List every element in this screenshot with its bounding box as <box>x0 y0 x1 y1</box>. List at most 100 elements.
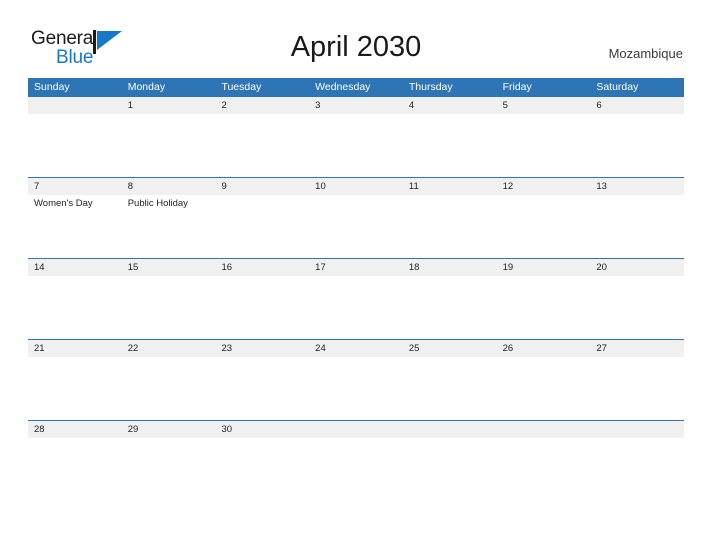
day-number[interactable] <box>497 421 591 438</box>
day-cell[interactable] <box>215 276 309 338</box>
day-cell[interactable] <box>497 276 591 338</box>
day-number[interactable]: 21 <box>28 340 122 357</box>
day-cell[interactable] <box>122 114 216 176</box>
day-cell[interactable] <box>309 195 403 257</box>
weekday-header-row: Sunday Monday Tuesday Wednesday Thursday… <box>28 78 684 96</box>
day-number[interactable]: 19 <box>497 259 591 276</box>
day-number[interactable]: 17 <box>309 259 403 276</box>
day-cell[interactable] <box>215 438 309 500</box>
week-event-band <box>28 114 684 176</box>
day-number[interactable] <box>590 421 684 438</box>
day-cell[interactable] <box>122 276 216 338</box>
week-date-band: 28 29 30 <box>28 421 684 438</box>
day-cell[interactable] <box>403 195 497 257</box>
weekday-tuesday: Tuesday <box>221 81 262 93</box>
day-number[interactable]: 13 <box>590 178 684 195</box>
day-number[interactable] <box>309 421 403 438</box>
week-date-band: 14 15 16 17 18 19 20 <box>28 259 684 276</box>
day-number[interactable]: 9 <box>215 178 309 195</box>
weekday-saturday: Saturday <box>596 81 639 93</box>
day-cell[interactable] <box>309 276 403 338</box>
day-cell[interactable] <box>590 438 684 500</box>
calendar-week-row: 28 29 30 <box>28 420 684 501</box>
day-cell[interactable] <box>122 438 216 500</box>
day-cell[interactable] <box>497 357 591 419</box>
day-number[interactable]: 24 <box>309 340 403 357</box>
weekday-thursday: Thursday <box>408 81 453 93</box>
week-event-band <box>28 276 684 338</box>
day-number[interactable]: 10 <box>309 178 403 195</box>
day-number[interactable]: 30 <box>215 421 309 438</box>
week-event-band: Women's Day Public Holiday <box>28 195 684 257</box>
weekday-friday: Friday <box>502 81 532 93</box>
day-number[interactable]: 29 <box>122 421 216 438</box>
day-cell[interactable] <box>28 438 122 500</box>
weekday-sunday: Sunday <box>34 81 70 93</box>
day-cell[interactable] <box>403 276 497 338</box>
calendar-week-row: 14 15 16 17 18 19 20 <box>28 258 684 339</box>
day-cell[interactable] <box>28 357 122 419</box>
holiday-label: Women's Day <box>34 198 93 209</box>
day-cell[interactable] <box>215 357 309 419</box>
day-number[interactable]: 12 <box>497 178 591 195</box>
day-cell[interactable] <box>497 114 591 176</box>
week-date-band: 21 22 23 24 25 26 27 <box>28 340 684 357</box>
day-cell[interactable] <box>403 114 497 176</box>
day-cell[interactable] <box>309 114 403 176</box>
day-cell[interactable] <box>215 195 309 257</box>
day-cell[interactable] <box>590 357 684 419</box>
day-cell[interactable] <box>309 357 403 419</box>
calendar-week-row: 1 2 3 4 5 6 <box>28 96 684 177</box>
week-event-band <box>28 438 684 500</box>
day-cell[interactable] <box>122 357 216 419</box>
day-cell[interactable] <box>403 357 497 419</box>
holiday-label: Public Holiday <box>127 198 188 209</box>
day-cell[interactable] <box>590 114 684 176</box>
day-number[interactable]: 4 <box>403 97 497 114</box>
day-number[interactable]: 16 <box>215 259 309 276</box>
day-cell[interactable] <box>28 276 122 338</box>
day-number[interactable]: 1 <box>122 97 216 114</box>
day-number[interactable]: 7 <box>28 178 122 195</box>
day-number[interactable]: 27 <box>590 340 684 357</box>
day-number[interactable]: 5 <box>497 97 591 114</box>
week-date-band: 1 2 3 4 5 6 <box>28 97 684 114</box>
calendar-week-row: 7 8 9 10 11 12 13 Women's Day Public Hol… <box>28 177 684 258</box>
day-cell[interactable] <box>28 114 122 176</box>
day-cell[interactable] <box>215 114 309 176</box>
day-cell[interactable] <box>590 195 684 257</box>
page-title: April 2030 <box>290 31 422 63</box>
day-number[interactable]: 8 <box>122 178 216 195</box>
day-number[interactable]: 6 <box>590 97 684 114</box>
weekday-wednesday: Wednesday <box>315 81 371 93</box>
country-label: Mozambique <box>608 46 683 61</box>
day-number[interactable]: 3 <box>309 97 403 114</box>
weekday-monday: Monday <box>127 81 166 93</box>
day-number[interactable]: 2 <box>215 97 309 114</box>
day-number[interactable]: 23 <box>215 340 309 357</box>
day-number[interactable]: 11 <box>403 178 497 195</box>
week-event-band <box>28 357 684 419</box>
day-number[interactable]: 26 <box>497 340 591 357</box>
day-cell[interactable] <box>590 276 684 338</box>
day-cell[interactable]: Public Holiday <box>122 195 216 257</box>
day-number[interactable] <box>28 97 122 114</box>
day-number[interactable]: 22 <box>122 340 216 357</box>
calendar-week-row: 21 22 23 24 25 26 27 <box>28 339 684 420</box>
page-header: General Blue April 2030 Mozambique <box>0 0 712 78</box>
day-cell[interactable] <box>497 438 591 500</box>
calendar-page: General Blue April 2030 Mozambique Sunda… <box>0 0 712 550</box>
calendar-grid: Sunday Monday Tuesday Wednesday Thursday… <box>28 78 684 501</box>
day-cell[interactable] <box>403 438 497 500</box>
day-number[interactable] <box>403 421 497 438</box>
day-number[interactable]: 14 <box>28 259 122 276</box>
week-date-band: 7 8 9 10 11 12 13 <box>28 178 684 195</box>
day-number[interactable]: 25 <box>403 340 497 357</box>
day-number[interactable]: 28 <box>28 421 122 438</box>
day-cell[interactable] <box>497 195 591 257</box>
day-number[interactable]: 15 <box>122 259 216 276</box>
day-cell[interactable]: Women's Day <box>28 195 122 257</box>
day-number[interactable]: 20 <box>590 259 684 276</box>
day-number[interactable]: 18 <box>403 259 497 276</box>
day-cell[interactable] <box>309 438 403 500</box>
